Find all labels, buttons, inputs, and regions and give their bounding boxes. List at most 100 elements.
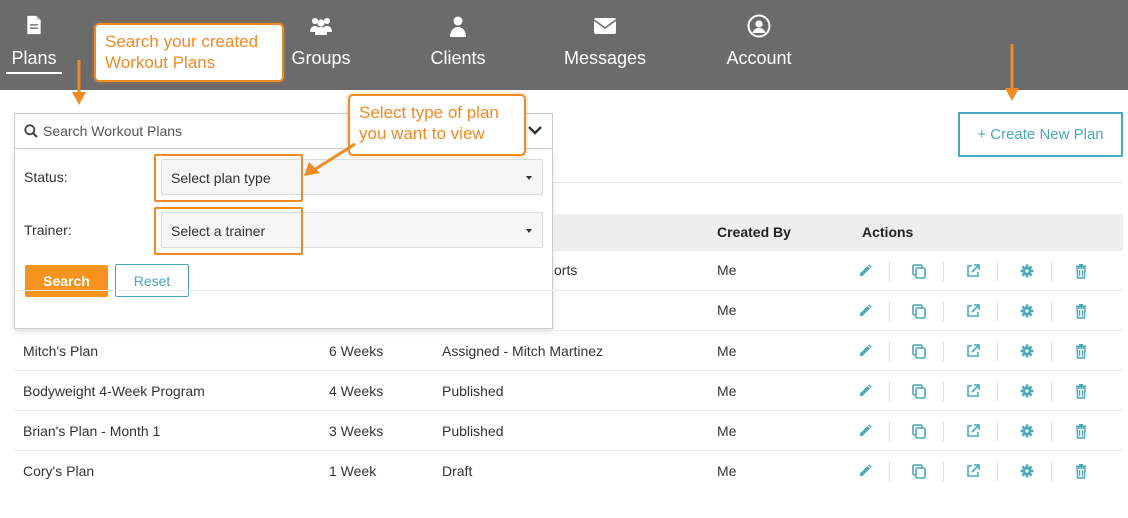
table-row[interactable]: Brian's Plan - Month 1 3 Weeks Published… xyxy=(14,411,1123,451)
divider xyxy=(889,381,890,401)
divider xyxy=(997,381,998,401)
chevron-down-icon[interactable] xyxy=(528,125,542,135)
external-link-icon[interactable] xyxy=(965,303,981,319)
plan-status: Draft xyxy=(442,463,473,479)
table-row[interactable]: orts Me xyxy=(14,251,1123,291)
plan-duration: 6 Weeks xyxy=(329,343,384,359)
plan-created-by: Me xyxy=(717,343,737,359)
plan-status: Published xyxy=(442,423,504,439)
trash-icon[interactable] xyxy=(1073,343,1089,359)
gear-icon[interactable] xyxy=(1019,383,1035,399)
copy-icon[interactable] xyxy=(911,303,927,319)
edit-pencil-icon[interactable] xyxy=(857,263,873,279)
divider xyxy=(889,301,890,321)
gear-icon[interactable] xyxy=(1019,343,1035,359)
table-row[interactable]: Cory's Plan 1 Week Draft Me xyxy=(14,451,1123,491)
search-icon xyxy=(24,124,38,138)
gear-icon[interactable] xyxy=(1019,423,1035,439)
plan-created-by: Me xyxy=(717,302,737,318)
copy-icon[interactable] xyxy=(911,263,927,279)
user-icon xyxy=(450,16,466,37)
document-icon xyxy=(27,15,41,35)
external-link-icon[interactable] xyxy=(965,383,981,399)
copy-icon[interactable] xyxy=(911,343,927,359)
gear-icon[interactable] xyxy=(1019,303,1035,319)
divider xyxy=(997,261,998,281)
external-link-icon[interactable] xyxy=(965,463,981,479)
edit-pencil-icon[interactable] xyxy=(857,383,873,399)
external-link-icon[interactable] xyxy=(965,423,981,439)
table-row[interactable]: Bodyweight 4-Week Program 4 Weeks Publis… xyxy=(14,371,1123,411)
plan-duration: 3 Weeks xyxy=(329,423,384,439)
callout-search: Search your created Workout Plans xyxy=(94,23,284,82)
caret-down-icon xyxy=(526,229,532,233)
nav-messages[interactable]: Messages xyxy=(562,0,648,90)
highlight-box xyxy=(154,154,303,202)
edit-pencil-icon[interactable] xyxy=(857,463,873,479)
column-header-created-by: Created By xyxy=(717,224,791,240)
plan-status: Published xyxy=(442,383,504,399)
copy-icon[interactable] xyxy=(911,423,927,439)
callout-plan-type-text: Select type of plan you want to view xyxy=(359,103,499,143)
divider xyxy=(943,341,944,361)
nav-groups[interactable]: Groups xyxy=(285,0,357,90)
divider xyxy=(943,381,944,401)
divider xyxy=(889,461,890,481)
plan-created-by: Me xyxy=(717,423,737,439)
table-row[interactable]: Me xyxy=(14,291,1123,331)
trash-icon[interactable] xyxy=(1073,423,1089,439)
account-circle-icon xyxy=(747,14,771,38)
plan-status: orts xyxy=(554,262,578,278)
arrow-diagonal-icon xyxy=(304,142,356,176)
gear-icon[interactable] xyxy=(1019,463,1035,479)
divider xyxy=(1051,341,1052,361)
plan-created-by: Me xyxy=(717,383,737,399)
divider xyxy=(997,301,998,321)
plan-duration: 1 Week xyxy=(329,463,377,479)
nav-plans[interactable]: Plans xyxy=(6,0,62,90)
status-label: Status: xyxy=(24,169,68,185)
plan-name[interactable]: Bodyweight 4-Week Program xyxy=(23,383,205,399)
plan-name[interactable]: Mitch's Plan xyxy=(23,343,98,359)
plan-name[interactable]: Cory's Plan xyxy=(23,463,94,479)
table-row[interactable]: Mitch's Plan 6 Weeks Assigned - Mitch Ma… xyxy=(14,331,1123,371)
divider xyxy=(997,341,998,361)
divider xyxy=(889,261,890,281)
nav-label: Groups xyxy=(291,48,351,68)
divider xyxy=(943,301,944,321)
divider xyxy=(1051,301,1052,321)
divider xyxy=(889,421,890,441)
nav-clients[interactable]: Clients xyxy=(424,0,492,90)
caret-down-icon xyxy=(526,176,532,180)
nav-account[interactable]: Account xyxy=(722,0,796,90)
arrow-down-icon xyxy=(72,60,86,105)
trainer-label: Trainer: xyxy=(24,222,72,238)
trash-icon[interactable] xyxy=(1073,263,1089,279)
plan-name[interactable]: Brian's Plan - Month 1 xyxy=(23,423,160,439)
divider xyxy=(943,261,944,281)
envelope-icon xyxy=(593,18,617,34)
trash-icon[interactable] xyxy=(1073,383,1089,399)
column-header-actions: Actions xyxy=(862,224,914,240)
nav-label: Plans xyxy=(6,48,62,74)
callout-search-text: Search your created Workout Plans xyxy=(105,32,259,72)
edit-pencil-icon[interactable] xyxy=(857,343,873,359)
edit-pencil-icon[interactable] xyxy=(857,423,873,439)
divider xyxy=(1051,421,1052,441)
external-link-icon[interactable] xyxy=(965,263,981,279)
trash-icon[interactable] xyxy=(1073,463,1089,479)
trash-icon[interactable] xyxy=(1073,303,1089,319)
divider xyxy=(943,421,944,441)
nav-label: Account xyxy=(726,48,792,68)
plan-status: Assigned - Mitch Martinez xyxy=(442,343,604,359)
create-new-plan-button[interactable]: + Create New Plan xyxy=(958,112,1123,157)
external-link-icon[interactable] xyxy=(965,343,981,359)
gear-icon[interactable] xyxy=(1019,263,1035,279)
divider xyxy=(1051,381,1052,401)
divider xyxy=(1051,461,1052,481)
nav-label: Clients xyxy=(430,48,486,68)
edit-pencil-icon[interactable] xyxy=(857,303,873,319)
copy-icon[interactable] xyxy=(911,463,927,479)
plan-created-by: Me xyxy=(717,262,737,278)
copy-icon[interactable] xyxy=(911,383,927,399)
